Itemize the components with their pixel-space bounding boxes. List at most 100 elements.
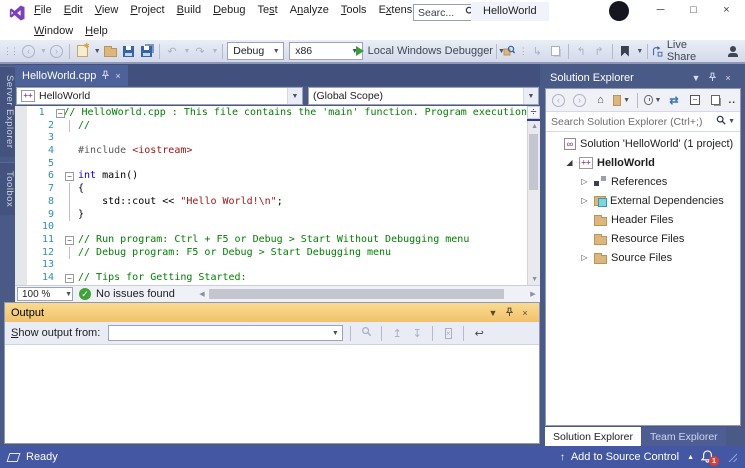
start-debugging-button[interactable]: Local Windows Debugger ▼ <box>355 41 505 61</box>
side-tab-server-explorer[interactable]: Server Explorer <box>0 66 15 157</box>
scroll-down-arrow[interactable]: ▼ <box>531 276 538 283</box>
fold-box-icon[interactable]: − <box>65 235 74 245</box>
step-over-button[interactable] <box>547 41 564 61</box>
horizontal-scrollbar-track[interactable] <box>207 289 528 299</box>
code-line-10[interactable]: 10 <box>27 221 527 234</box>
code-text[interactable]: #include <iostream> <box>78 145 192 158</box>
next-message-button[interactable]: ↧ <box>409 327 425 340</box>
maximize-button[interactable]: □ <box>677 0 710 20</box>
code-text[interactable]: // Tips for Getting Started: <box>78 272 247 285</box>
tree-arrow-collapsed-icon[interactable]: ▷ <box>579 196 590 205</box>
line-number[interactable]: 8 <box>27 196 63 209</box>
navigate-forward-button[interactable]: › <box>48 41 65 61</box>
line-number[interactable]: 12 <box>27 247 63 260</box>
scroll-up-arrow[interactable]: ▲ <box>531 123 538 130</box>
code-line-9[interactable]: 9} <box>27 208 527 222</box>
close-icon[interactable]: × <box>720 73 736 83</box>
line-number[interactable]: 4 <box>27 145 63 158</box>
scroll-left-arrow[interactable]: ◀ <box>197 290 207 298</box>
side-tab-toolbox[interactable]: Toolbox <box>0 161 15 215</box>
fold-collapse-icon[interactable]: − <box>63 234 78 247</box>
fold-box-icon[interactable]: − <box>65 273 74 283</box>
menu-help[interactable]: Help <box>79 21 114 40</box>
horizontal-scrollbar[interactable]: ◀ ▶ <box>197 288 538 300</box>
send-feedback-button[interactable] <box>725 41 742 61</box>
code-line-1[interactable]: 1−// HelloWorld.cpp : This file contains… <box>27 107 527 120</box>
line-number[interactable]: 6 <box>27 170 63 183</box>
solution-platform-select[interactable]: x86 ▼ <box>289 42 363 60</box>
collapse-all-button[interactable] <box>686 90 703 110</box>
code-line-2[interactable]: 2 // <box>27 119 527 133</box>
chevron-down-icon[interactable]: ▼ <box>636 48 643 55</box>
code-line-7[interactable]: 7{ <box>27 183 527 196</box>
code-line-6[interactable]: 6− int main() <box>27 170 527 183</box>
code-line-13[interactable]: 13 <box>27 259 527 272</box>
background-tasks-icon[interactable] <box>6 452 21 462</box>
menu-analyze[interactable]: Analyze <box>284 0 335 21</box>
line-number[interactable]: 2 <box>27 120 63 133</box>
open-file-button[interactable] <box>102 41 119 61</box>
code-line-3[interactable]: 3 <box>27 132 527 145</box>
fold-box-icon[interactable]: − <box>55 109 65 118</box>
vertical-scrollbar-thumb[interactable] <box>529 134 538 190</box>
close-icon[interactable]: × <box>517 308 533 318</box>
navigate-backward-button[interactable]: ‹ <box>20 41 37 61</box>
fold-collapse-icon[interactable]: − <box>54 107 65 120</box>
menu-debug[interactable]: Debug <box>207 0 251 21</box>
tree-item-references[interactable]: ▷ References <box>546 172 740 191</box>
code-line-5[interactable]: 5 <box>27 158 527 171</box>
fold-box-icon[interactable]: − <box>65 172 74 182</box>
close-icon[interactable]: × <box>115 71 120 81</box>
toolbar-grip[interactable]: ⋮ <box>519 46 528 57</box>
toolbar-overflow[interactable]: .. <box>728 95 736 106</box>
output-panel-header[interactable]: Output ▼ × <box>5 303 539 322</box>
new-project-button[interactable] <box>74 41 91 61</box>
save-button[interactable] <box>120 41 137 61</box>
tree-item-header-files[interactable]: Header Files <box>546 210 740 229</box>
scroll-right-arrow[interactable]: ▶ <box>528 290 538 298</box>
breakpoint-margin[interactable] <box>15 106 27 285</box>
split-window-handle[interactable]: ÷ <box>527 106 540 119</box>
code-text[interactable]: int main() <box>78 170 138 183</box>
code-text[interactable]: } <box>78 209 84 222</box>
document-health-indicator[interactable]: No issues found <box>79 288 175 300</box>
pending-changes-filter-button[interactable]: ▼ <box>644 90 661 110</box>
code-line-4[interactable]: 4 #include <iostream> <box>27 145 527 158</box>
menu-test[interactable]: Test <box>252 0 284 21</box>
tree-arrow-collapsed-icon[interactable]: ▷ <box>579 177 590 186</box>
sync-with-active-document-button[interactable]: ⇄ <box>665 90 682 110</box>
chevron-down-icon[interactable]: ▼ <box>211 48 218 55</box>
line-number[interactable]: 14 <box>27 272 63 285</box>
line-number[interactable]: 3 <box>27 132 63 145</box>
back-button[interactable]: ‹ <box>550 90 567 110</box>
home-button[interactable]: ⌂ <box>592 90 609 110</box>
code-editor[interactable]: 1−// HelloWorld.cpp : This file contains… <box>15 106 540 285</box>
pin-icon[interactable] <box>501 307 517 319</box>
comment-button[interactable]: ↰ <box>573 41 590 61</box>
step-into-button[interactable]: ↳ <box>529 41 546 61</box>
user-avatar[interactable] <box>609 1 629 21</box>
tool-tab-team-explorer[interactable]: Team Explorer <box>641 427 726 446</box>
tree-item-source-files[interactable]: ▷ Source Files <box>546 248 740 267</box>
clear-all-button[interactable] <box>440 327 456 339</box>
tree-arrow-expanded-icon[interactable]: ◢ <box>564 158 575 167</box>
tree-item-solution-helloworld-1-project[interactable]: Solution 'HelloWorld' (1 project) <box>546 134 740 153</box>
line-number[interactable]: 11 <box>27 234 63 247</box>
tree-item-resource-files[interactable]: Resource Files <box>546 229 740 248</box>
code-line-11[interactable]: 11−// Run program: Ctrl + F5 or Debug > … <box>27 234 527 247</box>
add-to-source-control-button[interactable]: Add to Source Control <box>571 451 679 463</box>
bookmark-button[interactable] <box>616 41 633 61</box>
line-number[interactable]: 1 <box>27 107 54 120</box>
undo-button[interactable]: ↶ <box>164 41 181 61</box>
menu-window[interactable]: Window <box>28 21 79 40</box>
code-text[interactable]: // Debug program: F5 or Debug > Start De… <box>78 247 391 260</box>
live-share-button[interactable]: Live Share <box>652 39 710 63</box>
code-line-14[interactable]: 14−// Tips for Getting Started: <box>27 272 527 285</box>
code-text[interactable]: // Run program: Ctrl + F5 or Debug > Sta… <box>78 234 469 247</box>
redo-button[interactable]: ↷ <box>191 41 208 61</box>
window-position-menu-icon[interactable]: ▼ <box>688 73 704 83</box>
code-text[interactable]: { <box>78 183 84 196</box>
code-text[interactable]: // <box>78 120 90 133</box>
project-navigation-select[interactable]: HelloWorld ▼ <box>16 87 303 105</box>
code-text[interactable]: std::cout << "Hello World!\n"; <box>78 196 283 209</box>
